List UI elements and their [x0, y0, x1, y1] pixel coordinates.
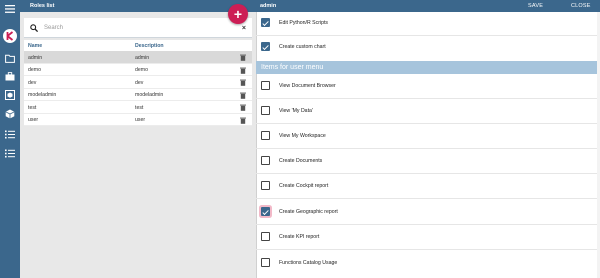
table-header: Name Description	[24, 40, 252, 51]
table-row[interactable]: test test	[24, 101, 252, 114]
roles-list-title: Roles list	[30, 3, 55, 9]
role-description: dev	[135, 79, 144, 86]
permission-item-create-custom-chart[interactable]: Create custom chart	[256, 36, 600, 60]
checkbox[interactable]	[261, 156, 270, 165]
table-row[interactable]: dev dev	[24, 76, 252, 89]
role-name: modeladmin	[28, 92, 57, 98]
permission-item-create-cockpit-report[interactable]: Create Cockpit report	[256, 175, 600, 199]
role-description: modeladmin	[135, 92, 164, 98]
table-row[interactable]: user user	[24, 113, 252, 126]
checkbox[interactable]	[261, 106, 270, 115]
permission-item-view-document-browser[interactable]: View Document Browser	[256, 75, 600, 99]
list-alt-icon[interactable]	[4, 147, 16, 159]
role-name: test	[28, 104, 37, 111]
cube-icon[interactable]	[4, 108, 16, 120]
cube-window-icon[interactable]	[4, 89, 16, 101]
permission-label: Create Geographic report	[279, 209, 338, 215]
folder-icon[interactable]	[4, 52, 16, 64]
checkbox[interactable]	[261, 131, 270, 140]
menu-icon[interactable]	[4, 3, 16, 15]
trash-icon[interactable]	[240, 92, 246, 101]
save-button[interactable]: SAVE	[528, 3, 543, 9]
checkbox[interactable]	[261, 232, 270, 241]
permission-item-create-documents[interactable]: Create Documents	[256, 150, 600, 174]
briefcase-icon[interactable]	[4, 70, 16, 82]
checkbox[interactable]	[261, 42, 270, 51]
brand-logo-icon[interactable]	[3, 29, 17, 43]
permissions-panel: Edit Python/R Scripts Create custom char…	[256, 12, 600, 278]
trash-icon[interactable]	[240, 67, 246, 76]
checkbox[interactable]	[261, 207, 270, 216]
permission-item-edit-python-r-scripts[interactable]: Edit Python/R Scripts	[256, 12, 600, 36]
search-box[interactable]: Search ×	[24, 18, 252, 38]
role-description: user	[135, 117, 146, 123]
permission-label: View Document Browser	[279, 83, 336, 89]
trash-icon[interactable]	[240, 104, 246, 113]
permission-item-functions-catalog-usage[interactable]: Functions Catalog Usage	[256, 252, 600, 276]
search-input[interactable]: Search	[44, 25, 63, 31]
table-row[interactable]: demo demo	[24, 63, 252, 76]
column-header-name[interactable]: Name	[28, 43, 42, 49]
roles-table: admin admin demo demo dev dev modeladmin…	[24, 51, 252, 126]
permission-label: Edit Python/R Scripts	[279, 20, 329, 26]
permission-label: Functions Catalog Usage	[279, 260, 338, 266]
role-description: test	[135, 104, 144, 111]
role-name: user	[28, 117, 39, 123]
close-button[interactable]: CLOSE	[571, 3, 591, 9]
close-icon[interactable]: ×	[242, 25, 246, 32]
column-header-description[interactable]: Description	[135, 43, 164, 49]
role-name: dev	[28, 79, 37, 86]
trash-icon[interactable]	[240, 79, 246, 88]
trash-icon[interactable]	[240, 117, 246, 126]
top-bar: Roles list admin SAVE CLOSE	[20, 0, 600, 12]
permission-label: View 'My Data'	[279, 108, 313, 114]
nav-rail	[0, 0, 20, 278]
checkbox[interactable]	[261, 81, 270, 90]
permission-label: Create Documents	[279, 158, 323, 164]
roles-panel: Search × Name Description admin admin de…	[20, 12, 256, 278]
role-description: admin	[135, 54, 150, 61]
table-row[interactable]: admin admin	[24, 51, 252, 64]
search-icon	[30, 24, 39, 34]
section-header-user-menu: Items for user menu	[256, 61, 600, 74]
list-icon[interactable]	[4, 128, 16, 140]
permission-label: View My Workspace	[279, 133, 326, 139]
detail-title: admin	[260, 3, 277, 9]
trash-icon[interactable]	[240, 54, 246, 63]
permission-label: Create custom chart	[279, 44, 326, 50]
role-name: admin	[28, 54, 43, 61]
checkbox[interactable]	[261, 18, 270, 27]
permission-label: Create KPI report	[279, 234, 320, 240]
checkbox[interactable]	[261, 258, 270, 267]
role-description: demo	[135, 67, 148, 73]
role-name: demo	[28, 67, 41, 73]
permission-item-create-kpi-report[interactable]: Create KPI report	[256, 226, 600, 250]
permission-item-view-my-data[interactable]: View 'My Data'	[256, 100, 600, 124]
permission-item-view-my-workspace[interactable]: View My Workspace	[256, 125, 600, 149]
checkbox[interactable]	[261, 181, 270, 190]
section-title: Items for user menu	[261, 64, 324, 71]
permission-item-create-geographic-report[interactable]: Create Geographic report	[256, 201, 600, 225]
permission-label: Create Cockpit report	[279, 183, 329, 189]
table-row[interactable]: modeladmin modeladmin	[24, 88, 252, 101]
add-role-button[interactable]: +	[228, 4, 248, 24]
